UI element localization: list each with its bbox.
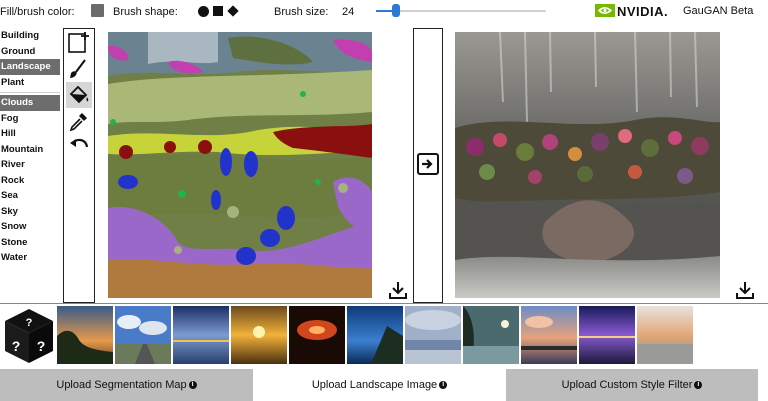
download-segmentation-icon[interactable] <box>388 280 408 300</box>
brush-tool[interactable] <box>66 56 92 82</box>
nvidia-logo-text: NVIDIA. <box>617 4 669 19</box>
svg-text:?: ? <box>37 338 46 354</box>
upload-segmentation-label: Upload Segmentation Map <box>56 379 187 391</box>
upload-custom-style-filter-button[interactable]: Upload Custom Style Filter i <box>506 369 758 401</box>
eyedropper-tool[interactable] <box>66 108 92 134</box>
segmentation-map <box>108 32 372 298</box>
app-title: GauGAN Beta <box>683 5 754 17</box>
brush-shape-label: Brush shape: <box>113 6 178 18</box>
label-list: Building Ground Landscape Plant Clouds F… <box>0 28 60 266</box>
upload-segmentation-map-button[interactable]: Upload Segmentation Map i <box>0 369 253 401</box>
info-icon[interactable]: i <box>439 381 448 389</box>
paint-bucket-icon <box>69 85 89 104</box>
paint-bucket-tool[interactable] <box>66 82 92 108</box>
style-thumbnail[interactable] <box>521 306 577 364</box>
eyedropper-icon <box>69 113 87 132</box>
svg-text:?: ? <box>12 338 21 354</box>
download-output-icon[interactable] <box>735 280 755 300</box>
brush-shape-circle[interactable] <box>198 6 209 17</box>
info-icon[interactable]: i <box>694 381 703 389</box>
label-clouds[interactable]: Clouds <box>0 95 60 111</box>
label-sky[interactable]: Sky <box>0 204 60 220</box>
style-thumbnail[interactable] <box>405 306 461 364</box>
upload-landscape-image-button[interactable]: Upload Landscape Image i <box>253 369 506 401</box>
label-stone[interactable]: Stone <box>0 235 60 251</box>
svg-text:?: ? <box>26 317 33 329</box>
label-building[interactable]: Building <box>0 28 60 44</box>
toolbar: Fill/brush color: Brush shape: Brush siz… <box>0 0 768 24</box>
brush-size-slider[interactable] <box>376 10 546 12</box>
style-thumbnail[interactable] <box>347 306 403 364</box>
undo-tool[interactable] <box>66 132 92 158</box>
style-thumbnail[interactable] <box>115 306 171 364</box>
style-thumbnail[interactable] <box>173 306 229 364</box>
label-landscape[interactable]: Landscape <box>0 59 60 75</box>
brush-shape-diamond[interactable] <box>227 5 239 17</box>
brush-size-label: Brush size: <box>274 6 329 18</box>
upload-style-label: Upload Custom Style Filter <box>561 379 693 391</box>
brush-size-value: 24 <box>342 6 355 18</box>
render-column <box>413 28 443 303</box>
brush-shape-square[interactable] <box>213 6 223 16</box>
label-snow[interactable]: Snow <box>0 219 60 235</box>
segmentation-canvas[interactable] <box>108 32 372 298</box>
generated-image-canvas <box>455 32 720 298</box>
upload-landscape-label: Upload Landscape Image <box>311 379 438 391</box>
style-thumbnail[interactable] <box>57 306 113 364</box>
info-icon[interactable]: i <box>188 381 197 389</box>
arrow-right-icon <box>422 159 433 169</box>
label-sea[interactable]: Sea <box>0 188 60 204</box>
new-canvas-tool[interactable] <box>66 30 92 56</box>
tool-column <box>63 28 95 303</box>
label-river[interactable]: River <box>0 157 60 173</box>
label-water[interactable]: Water <box>0 250 60 266</box>
label-hill[interactable]: Hill <box>0 126 60 142</box>
style-thumbnail[interactable] <box>579 306 635 364</box>
slider-thumb[interactable] <box>392 4 400 17</box>
label-ground[interactable]: Ground <box>0 44 60 60</box>
brush-icon <box>70 59 86 78</box>
section-divider <box>0 303 768 304</box>
undo-icon <box>70 138 89 148</box>
style-thumbnail[interactable] <box>231 306 287 364</box>
label-fog[interactable]: Fog <box>0 111 60 127</box>
label-mountain[interactable]: Mountain <box>0 142 60 158</box>
nvidia-eye-icon <box>595 4 615 17</box>
label-rock[interactable]: Rock <box>0 173 60 189</box>
style-thumbnail[interactable] <box>637 306 693 364</box>
label-plant[interactable]: Plant <box>0 75 60 91</box>
render-button[interactable] <box>417 153 439 175</box>
generated-landscape-image <box>455 32 720 298</box>
label-divider <box>0 92 60 93</box>
fill-color-swatch[interactable] <box>91 4 104 17</box>
random-style-dice-icon[interactable]: ? ? ? <box>3 307 55 365</box>
style-thumbnail[interactable] <box>463 306 519 364</box>
fill-color-label: Fill/brush color: <box>0 6 75 18</box>
style-thumbnail[interactable] <box>289 306 345 364</box>
new-canvas-icon <box>68 32 89 53</box>
